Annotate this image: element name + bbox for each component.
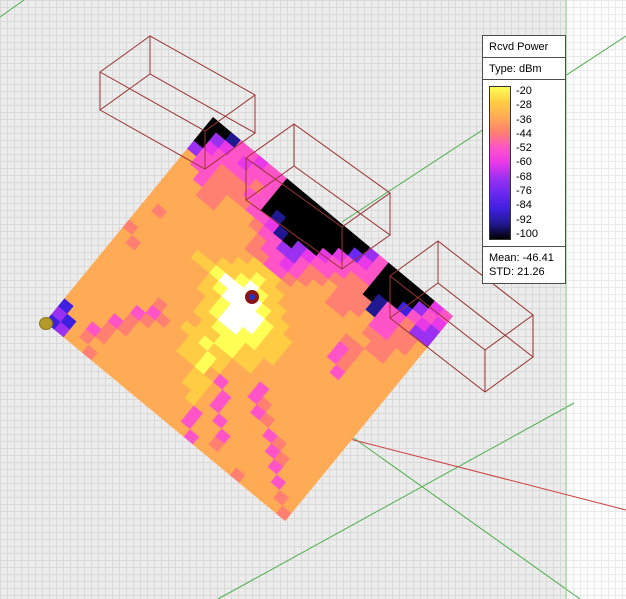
legend-panel: Rcvd Power Type: dBm -20-28-36-44-52-60-… (482, 35, 566, 284)
legend-ticks: -20 -28 -36 -44 -52 -60 -68 -76 -84 -92 -100 (516, 86, 538, 240)
building-wireframe[interactable] (246, 124, 390, 269)
legend-std: STD: 21.26 (489, 265, 559, 279)
legend-mean: Mean: -46.41 (489, 251, 559, 265)
transmitter-marker[interactable] (245, 290, 259, 304)
legend-tick: -76 (516, 186, 538, 197)
legend-tick: -100 (516, 229, 538, 240)
viewport-3d[interactable]: Rcvd Power Type: dBm -20-28-36-44-52-60-… (0, 0, 626, 599)
legend-header: Rcvd Power Type: dBm (482, 35, 566, 80)
legend-tick: -68 (516, 172, 538, 183)
legend-type: Type: dBm (483, 57, 565, 79)
legend-tick: -52 (516, 143, 538, 154)
legend-tick: -92 (516, 215, 538, 226)
legend-tick: -36 (516, 115, 538, 126)
building-wireframe[interactable] (100, 36, 255, 169)
legend-tick: -20 (516, 86, 538, 97)
legend-tick: -84 (516, 200, 538, 211)
legend-colorbar (489, 86, 511, 240)
legend-scale: -20 -28 -36 -44 -52 -60 -68 -76 -84 -92 -100 (482, 79, 566, 247)
legend-tick: -28 (516, 100, 538, 111)
legend-stats: Mean: -46.41 STD: 21.26 (482, 246, 566, 284)
legend-tick: -60 (516, 157, 538, 168)
endpoint-marker[interactable] (39, 317, 53, 330)
legend-title: Rcvd Power (483, 36, 565, 57)
legend-tick: -44 (516, 129, 538, 140)
